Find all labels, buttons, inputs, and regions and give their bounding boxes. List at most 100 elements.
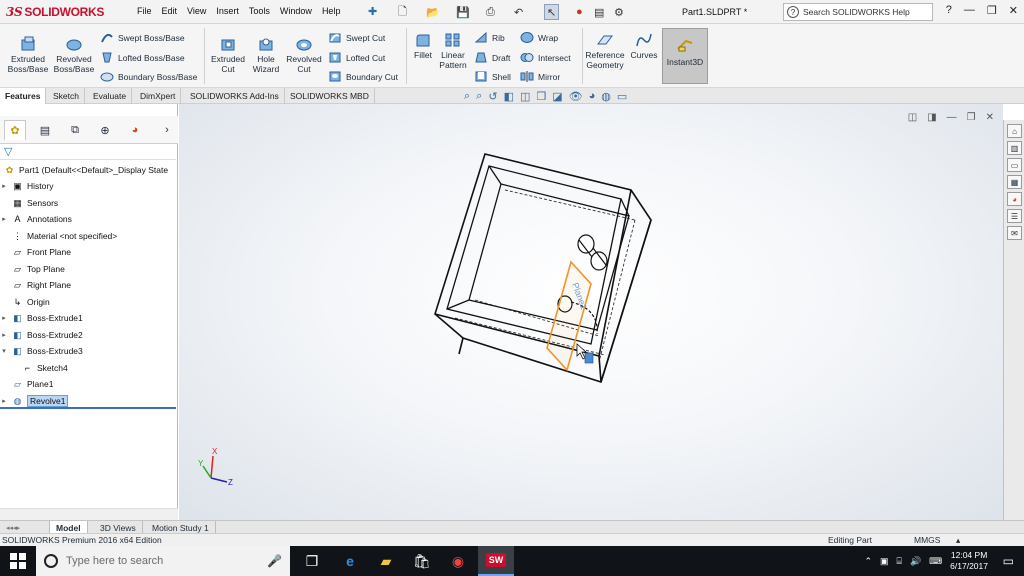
reference-geometry-button[interactable]: Reference Geometry xyxy=(584,32,626,70)
hide-show-items-icon[interactable]: 👁 xyxy=(569,90,583,103)
section-view-icon[interactable]: ◧ xyxy=(504,90,514,103)
more-tabs-chevron-icon[interactable]: › xyxy=(156,120,178,140)
configuration-manager-tab-icon[interactable]: ⧉ xyxy=(64,120,86,140)
tab-dimxpert[interactable]: DimXpert xyxy=(135,88,182,104)
menu-edit[interactable]: Edit xyxy=(157,6,183,16)
graphics-area[interactable]: Plane1 X Y Z xyxy=(179,104,1003,520)
swept-boss-button[interactable]: Swept Boss/Base xyxy=(100,31,185,44)
extruded-cut-button[interactable]: Extruded Cut xyxy=(208,36,248,74)
view-settings-icon[interactable]: ▭ xyxy=(617,90,627,103)
boundary-cut-button[interactable]: Boundary Cut xyxy=(328,70,398,83)
tree-item-origin[interactable]: ↳ Origin xyxy=(0,294,176,310)
file-explorer-taskbar-icon[interactable]: ▰ xyxy=(368,546,404,576)
hole-wizard-button[interactable]: Hole Wizard xyxy=(248,36,284,74)
chrome-icon[interactable]: ◉ xyxy=(440,546,476,576)
curves-button[interactable]: Curves xyxy=(628,32,660,60)
previous-view-icon[interactable]: ↺ xyxy=(488,90,497,103)
tree-item-annotations[interactable]: ▸ A Annotations xyxy=(0,211,176,227)
help-icon[interactable]: ? xyxy=(946,4,952,17)
mirror-button[interactable]: Mirror xyxy=(520,70,560,83)
menu-view[interactable]: View xyxy=(182,6,211,16)
display-manager-tab-icon[interactable]: ◕ xyxy=(124,120,146,140)
wrap-button[interactable]: Wrap xyxy=(520,31,558,44)
start-button[interactable] xyxy=(0,546,36,576)
zoom-to-fit-icon[interactable]: ⌕ xyxy=(464,90,470,103)
tree-item-boss-extrude2[interactable]: ▸ ◧ Boss-Extrude2 xyxy=(0,327,176,343)
print-icon[interactable]: ⎙ xyxy=(486,4,495,20)
expand-chevron-icon[interactable]: ▸ xyxy=(0,314,8,322)
menu-insert[interactable]: Insert xyxy=(211,6,244,16)
revolved-boss-button[interactable]: Revolved Boss/Base xyxy=(52,36,96,74)
panel-horizontal-scrollbar[interactable] xyxy=(0,508,178,520)
file-properties-icon[interactable]: ▤ xyxy=(594,4,604,20)
tree-item-material[interactable]: ⋮ Material <not specified> xyxy=(0,228,176,244)
design-library-icon[interactable]: ▥ xyxy=(1007,141,1022,155)
apply-scene-icon[interactable]: ◍ xyxy=(601,90,611,103)
undo-icon[interactable]: ↶ xyxy=(514,4,523,20)
select-icon[interactable]: ↖ xyxy=(544,4,560,20)
file-explorer-icon[interactable]: ▭ xyxy=(1007,158,1022,172)
status-units[interactable]: MMGS xyxy=(914,535,940,545)
tab-features[interactable]: Features xyxy=(0,88,47,104)
menu-help[interactable]: Help xyxy=(317,6,346,16)
dynamic-annotation-icon[interactable]: ◫ xyxy=(520,90,530,103)
tray-chevron-up-icon[interactable]: ⌃ xyxy=(864,556,872,567)
rollback-bar[interactable] xyxy=(0,407,176,409)
appearances-icon[interactable]: ◕ xyxy=(1007,192,1022,206)
minimize-icon[interactable]: — xyxy=(964,4,975,17)
viewport-close-icon[interactable]: ✕ xyxy=(986,112,994,123)
tab-evaluate[interactable]: Evaluate xyxy=(88,88,133,104)
edit-appearance-icon[interactable]: ◕ xyxy=(589,90,596,103)
fillet-button[interactable]: Fillet xyxy=(410,32,436,60)
edge-browser-icon[interactable]: e xyxy=(332,546,368,576)
menu-window[interactable]: Window xyxy=(275,6,317,16)
rib-button[interactable]: Rib xyxy=(474,31,505,44)
help-search-input[interactable]: ? Search SOLIDWORKS Help xyxy=(783,3,933,21)
tree-item-sketch4[interactable]: ⌐ Sketch4 xyxy=(0,360,176,376)
display-style-icon[interactable]: ◪ xyxy=(552,90,562,103)
tree-item-history[interactable]: ▸ ▣ History xyxy=(0,178,176,194)
property-manager-tab-icon[interactable]: ▤ xyxy=(34,120,56,140)
view-palette-icon[interactable]: ▦ xyxy=(1007,175,1022,189)
tree-item-plane1[interactable]: ▱ Plane1 xyxy=(0,376,176,392)
microphone-icon[interactable]: 🎤 xyxy=(267,554,282,568)
custom-properties-icon[interactable]: ☰ xyxy=(1007,209,1022,223)
open-icon[interactable]: 📂 xyxy=(426,4,440,20)
taskbar-search-input[interactable]: Type here to search 🎤 xyxy=(36,546,290,576)
store-icon[interactable]: 🛍 xyxy=(404,546,440,576)
volume-icon[interactable]: 🔊 xyxy=(910,556,921,567)
expand-chevron-icon[interactable]: ▸ xyxy=(0,331,8,339)
menu-tools[interactable]: Tools xyxy=(244,6,275,16)
boundary-boss-button[interactable]: Boundary Boss/Base xyxy=(100,70,197,83)
extruded-boss-button[interactable]: Extruded Boss/Base xyxy=(6,36,50,74)
revolved-cut-button[interactable]: Revolved Cut xyxy=(284,36,324,74)
units-chevron-up-icon[interactable]: ▴ xyxy=(956,535,960,546)
task-view-icon[interactable]: ❐ xyxy=(294,546,330,576)
feature-manager-tab-icon[interactable]: ✿ xyxy=(4,120,26,140)
expand-chevron-icon[interactable]: ▸ xyxy=(0,182,8,190)
viewport-tile-icon[interactable]: ◨ xyxy=(927,112,936,123)
tree-item-boss-extrude1[interactable]: ▸ ◧ Boss-Extrude1 xyxy=(0,310,176,326)
dimxpert-manager-tab-icon[interactable]: ⊕ xyxy=(94,120,116,140)
pin-icon[interactable]: ✚ xyxy=(368,5,377,18)
tray-app-icon[interactable]: ▣ xyxy=(880,556,889,567)
taskbar-clock[interactable]: 12:04 PM 6/17/2017 xyxy=(950,550,988,572)
shell-button[interactable]: Shell xyxy=(474,70,511,83)
close-icon[interactable]: ✕ xyxy=(1009,4,1018,17)
draft-button[interactable]: Draft xyxy=(474,51,510,64)
solidworks-taskbar-icon[interactable]: SW xyxy=(478,546,514,576)
viewport-minimize-icon[interactable]: — xyxy=(947,112,957,123)
tree-item-front-plane[interactable]: ▱ Front Plane xyxy=(0,244,176,260)
lofted-boss-button[interactable]: Lofted Boss/Base xyxy=(100,51,185,64)
collapse-chevron-icon[interactable]: ▾ xyxy=(0,347,8,355)
tree-filter[interactable]: ▽ xyxy=(0,144,176,160)
view-orientation-icon[interactable]: ❒ xyxy=(536,90,546,103)
keyboard-icon[interactable]: ⌨ xyxy=(929,556,942,567)
linear-pattern-button[interactable]: Linear Pattern xyxy=(436,32,470,70)
tab-sketch[interactable]: Sketch xyxy=(48,88,85,104)
action-center-icon[interactable]: ▭ xyxy=(1003,554,1014,568)
swept-cut-button[interactable]: Swept Cut xyxy=(328,31,385,44)
instant3d-button[interactable]: Instant3D xyxy=(662,28,708,84)
network-icon[interactable]: ⌸ xyxy=(897,556,902,567)
expand-chevron-icon[interactable]: ▸ xyxy=(0,397,8,405)
